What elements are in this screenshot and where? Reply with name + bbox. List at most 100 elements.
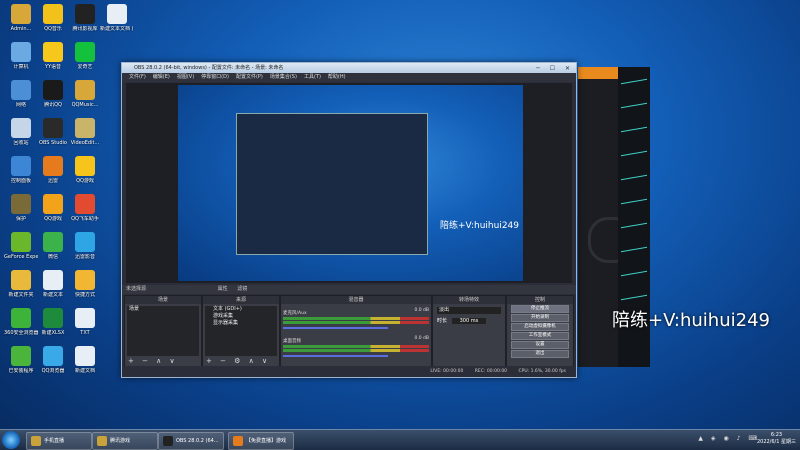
scene-item[interactable]: 场景 (127, 306, 199, 313)
desktop-icon[interactable]: 快捷方式 (68, 270, 102, 298)
desktop-icon[interactable]: 新建文档 (68, 346, 102, 374)
duration-label: 时长 (437, 318, 448, 324)
desktop-icon[interactable]: 新建文本文档 (1).txt (100, 4, 134, 32)
desktop-icon[interactable]: 新建文本 (36, 270, 70, 298)
desktop-icon[interactable]: 新建文件夹 (4, 270, 38, 298)
desktop-icon[interactable]: QQ游戏 (68, 156, 102, 184)
desktop-icon[interactable]: QQMusic... (68, 80, 102, 108)
desktop-icon-label: 爱奇艺 (77, 64, 93, 70)
source-controls[interactable]: + − ⚙ ∧ ∨ (206, 357, 270, 365)
desktop-icon-label: 控制面板 (10, 178, 31, 184)
taskbar-button[interactable]: OBS 28.0.2 (64... (158, 432, 224, 450)
properties-button[interactable]: 属性 (218, 286, 228, 292)
preview-overlay-text: 陪练+V:huihui249 (440, 221, 519, 231)
filters-button[interactable]: 滤镜 (237, 286, 247, 292)
volume-slider[interactable] (283, 355, 389, 357)
app-icon (43, 194, 63, 214)
app-icon (11, 270, 31, 290)
menu-item[interactable]: 编辑(E) (153, 74, 170, 80)
desktop-icon-label: 微信 (47, 254, 58, 260)
taskbar-button[interactable]: 腾讯游戏 (92, 432, 158, 450)
track-name: 桌面音频 (283, 339, 301, 344)
exit-button[interactable]: 退出 (511, 350, 569, 358)
desktop-icon[interactable]: QQ游戏 (36, 194, 70, 222)
studio-mode-button[interactable]: 工作室模式 (511, 332, 569, 340)
window-controls[interactable]: ─ ☐ ✕ (536, 64, 574, 74)
tray-icons[interactable]: ▲ ◈ ◉ ♪ ⌨ (698, 435, 760, 442)
clock-date: 2022/6/1 星期三 (756, 439, 796, 445)
desktop-icon[interactable]: 腾讯QQ (36, 80, 70, 108)
mixer-track[interactable]: 桌面音频 0.0 dB (283, 336, 429, 364)
menu-item[interactable]: 停靠窗口(D) (201, 74, 229, 80)
menu-item[interactable]: 工具(T) (304, 74, 321, 80)
scenes-header: 场景 (125, 296, 201, 304)
desktop-icon[interactable]: 已安装程序 (4, 346, 38, 374)
desktop-icon-label: GeForce Experience (4, 254, 38, 260)
transition-select[interactable]: 淡出 (437, 307, 501, 314)
desktop-icon[interactable]: 计算机 (4, 42, 38, 70)
taskbar-button[interactable]: 【免费直播】游戏 (228, 432, 294, 450)
start-button[interactable] (2, 431, 20, 449)
duration-input[interactable]: 300 ms (451, 318, 487, 324)
app-icon (11, 232, 31, 252)
desktop-icon[interactable]: 保护 (4, 194, 38, 222)
desktop-icon[interactable]: 新建XLSX (36, 308, 70, 336)
stop-streaming-button[interactable]: 停止推流 (511, 305, 569, 313)
settings-button[interactable]: 设置 (511, 341, 569, 349)
start-recording-button[interactable]: 开始录制 (511, 314, 569, 322)
menu-item[interactable]: 帮助(H) (328, 74, 346, 80)
desktop-icon[interactable]: QQ音乐 (36, 4, 70, 32)
menu-item[interactable]: 文件(F) (129, 74, 146, 80)
desktop-icon[interactable]: QQ飞车助手 (68, 194, 102, 222)
desktop-icon-label: QQ游戏 (76, 178, 94, 184)
obs-menu-bar[interactable]: 文件(F) 编辑(E) 视图(V) 停靠窗口(D) 配置文件(P) 场景集合(S) 工具(T… (122, 73, 576, 82)
desktop-icon[interactable]: TXT (68, 308, 102, 336)
clock[interactable]: 6:23 2022/6/1 星期三 (757, 432, 796, 446)
desktop-icon[interactable]: 迅雷 (36, 156, 70, 184)
desktop-icon[interactable]: QQ浏览器 (36, 346, 70, 374)
menu-item[interactable]: 场景集合(S) (270, 74, 297, 80)
desktop-icon[interactable]: GeForce Experience (4, 232, 38, 260)
desktop-icon[interactable]: 迅雷影音 (68, 232, 102, 260)
preview-canvas[interactable] (178, 85, 523, 281)
desktop-icon[interactable]: VideoEdit... (68, 118, 102, 146)
menu-item[interactable]: 配置文件(P) (236, 74, 263, 80)
clock-time: 6:23 (770, 432, 783, 438)
source-item[interactable]: 文本 (GDI+) (205, 306, 277, 313)
virtual-camera-button[interactable]: 启动虚拟摄像机 (511, 323, 569, 331)
volume-slider[interactable] (283, 327, 389, 329)
sources-list[interactable]: 文本 (GDI+) 游戏采集 显示器采集 (205, 306, 277, 356)
source-item[interactable]: 游戏采集 (205, 313, 277, 320)
scenes-list[interactable]: 场景 (127, 306, 199, 356)
desktop-icon-label: 快捷方式 (74, 292, 95, 298)
app-icon (43, 270, 63, 290)
app-icon (11, 156, 31, 176)
desktop-icon[interactable]: 360安全浏览器 (4, 308, 38, 336)
obs-window[interactable]: OBS 28.0.2 (64-bit, windows) - 配置文件: 未命名… (121, 62, 577, 378)
desktop-icon-label: 迅雷 (47, 178, 58, 184)
desktop-icon[interactable]: 微信 (36, 232, 70, 260)
desktop-icon-label: 新建文档 (74, 368, 95, 374)
desktop-icon[interactable]: 控制面板 (4, 156, 38, 184)
menu-item[interactable]: 视图(V) (177, 74, 194, 80)
scene-controls[interactable]: + − ∧ ∨ (128, 357, 178, 365)
app-icon (75, 118, 95, 138)
desktop-icon-label: 已安装程序 (8, 368, 34, 374)
desktop-icon-label: 腾讯影视库 (72, 26, 98, 32)
desktop-icon[interactable]: Admin... (4, 4, 38, 32)
track-name: 麦克风/Aux (283, 311, 307, 316)
source-item[interactable]: 显示器采集 (205, 320, 277, 327)
desktop-icon[interactable]: OBS Studio (36, 118, 70, 146)
desktop-icon[interactable]: 腾讯影视库 (68, 4, 102, 32)
desktop-icon[interactable]: 爱奇艺 (68, 42, 102, 70)
obs-title-bar[interactable]: OBS 28.0.2 (64-bit, windows) - 配置文件: 未命名… (122, 63, 576, 73)
mixer-track[interactable]: 麦克风/Aux 0.0 dB (283, 308, 429, 336)
desktop-icon[interactable]: 网络 (4, 80, 38, 108)
desktop-icon[interactable]: 回收站 (4, 118, 38, 146)
volume-meter (283, 317, 429, 320)
preview-area[interactable] (126, 83, 572, 283)
app-icon (43, 118, 63, 138)
taskbar-button[interactable]: 手机直播 (26, 432, 92, 450)
taskbar-button-label: 腾讯游戏 (110, 438, 131, 444)
desktop-icon[interactable]: YY语音 (36, 42, 70, 70)
